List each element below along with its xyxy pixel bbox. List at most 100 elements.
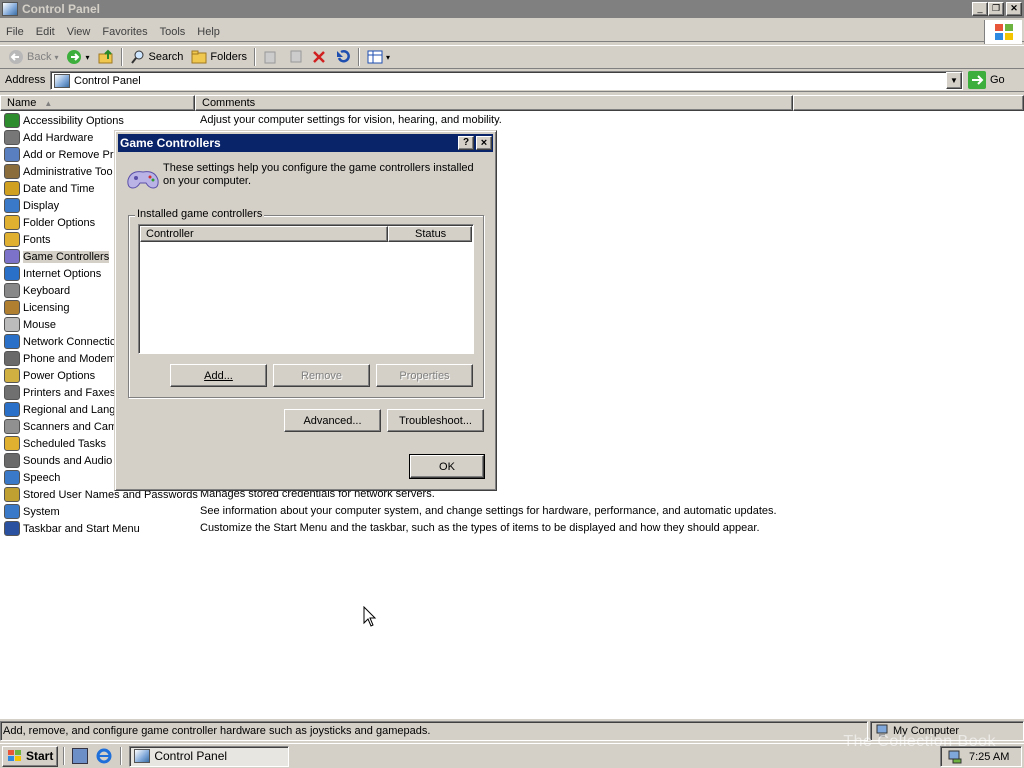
list-item[interactable]: Licensing [4,299,69,316]
address-dropdown-button[interactable]: ▼ [946,72,962,89]
globe-icon [4,266,20,281]
start-button[interactable]: Start [2,745,59,767]
delete-button[interactable] [307,47,331,67]
restore-button[interactable]: ❐ [988,2,1004,16]
standard-toolbar: Back ▾ ▾ Search Folders ▾ [0,45,1024,69]
list-item[interactable]: Power Options [4,367,95,384]
menu-tools[interactable]: Tools [154,26,192,38]
menu-help[interactable]: Help [191,26,226,38]
remove-controller-button[interactable]: Remove [273,364,370,387]
list-item[interactable]: System [4,503,60,520]
gamepad-icon [4,249,20,264]
dialog-close-button[interactable]: × [476,136,492,150]
column-header-controller[interactable]: Controller [140,226,388,242]
list-item[interactable]: Game Controllers [4,248,110,265]
list-item[interactable]: Phone and Modem [4,350,116,367]
copy-to-button[interactable] [283,47,307,67]
list-item-label: Printers and Faxes [23,386,116,399]
list-item-label: Keyboard [23,284,71,297]
menu-favorites[interactable]: Favorites [96,26,153,38]
speaker-icon [4,453,20,468]
column-header-name[interactable]: Name ▲ [0,95,195,111]
list-item[interactable]: Accessibility Options [4,112,124,129]
help-button[interactable]: ? [458,136,474,150]
accessibility-icon [4,113,20,128]
list-item[interactable]: Add or Remove Pro [4,146,120,163]
go-button[interactable]: Go [968,71,1005,89]
folders-button[interactable]: Folders [187,47,251,67]
taskbar-icon [4,521,20,536]
up-folder-button[interactable] [94,47,118,67]
list-item[interactable]: Internet Options [4,265,101,282]
list-item[interactable]: Network Connectic [4,333,115,350]
search-button[interactable]: Search [126,47,188,67]
mouse-cursor-icon [363,606,377,627]
column-header-comments[interactable]: Comments [195,95,793,111]
list-item[interactable]: Speech [4,469,60,486]
controllers-listview[interactable]: Controller Status [138,224,474,354]
phone-icon [4,351,20,366]
address-input[interactable]: Control Panel ▼ [50,71,963,90]
admin-tools-icon [4,164,20,179]
list-item[interactable]: Add Hardware [4,129,93,146]
back-button[interactable]: Back ▾ [4,47,62,67]
address-label: Address [5,74,46,86]
close-window-button[interactable]: ✕ [1006,2,1022,16]
undo-button[interactable] [331,47,355,67]
list-item[interactable]: Administrative Too [4,163,113,180]
list-item[interactable]: Folder Options [4,214,95,231]
toolbar-separator [120,48,123,66]
add-controller-button[interactable]: Add... [170,364,267,387]
undo-icon [337,50,350,63]
up-folder-icon [98,49,112,64]
computer-icon [4,504,20,519]
taskbar-item-control-panel[interactable]: Control Panel [129,745,290,767]
menu-bar: File Edit View Favorites Tools Help [0,22,1024,42]
list-item[interactable]: Regional and Langu [4,401,121,418]
list-item-label: Accessibility Options [23,114,124,127]
list-item-label: Date and Time [23,182,95,195]
licensing-icon [4,300,20,315]
ok-button[interactable]: OK [410,455,484,478]
list-item[interactable]: Mouse [4,316,56,333]
minimize-button[interactable]: _ [972,2,988,16]
column-header-status[interactable]: Status [388,226,472,242]
window-titlebar[interactable]: Control Panel [0,0,1024,18]
back-arrow-icon [9,50,23,64]
list-item[interactable]: Taskbar and Start Menu [4,520,140,537]
list-item[interactable]: Date and Time [4,180,95,197]
list-item[interactable]: Keyboard [4,282,70,299]
speech-icon [4,470,20,485]
control-panel-icon [134,749,151,763]
properties-button[interactable]: Properties [376,364,473,387]
advanced-button[interactable]: Advanced... [284,409,381,432]
move-to-button[interactable] [259,47,283,67]
search-icon [130,50,143,64]
dialog-titlebar[interactable]: Game Controllers [118,134,493,152]
views-button[interactable]: ▾ [363,47,394,67]
toolbar-separator [254,48,257,66]
forward-arrow-icon [67,50,82,64]
troubleshoot-button[interactable]: Troubleshoot... [387,409,484,432]
list-item-comment: Customize the Start Menu and the taskbar… [200,522,760,534]
show-desktop-icon[interactable] [72,748,89,764]
forward-button[interactable]: ▾ [62,47,93,67]
menu-file[interactable]: File [0,26,30,38]
list-item-label: Fonts [23,233,51,246]
column-header-blank[interactable] [793,95,1024,111]
list-item[interactable]: Fonts [4,231,51,248]
go-arrow-icon [968,71,986,89]
watermark: The Collection Book [843,733,996,750]
list-item[interactable]: Scheduled Tasks [4,435,106,452]
menu-edit[interactable]: Edit [30,26,61,38]
clock[interactable]: 7:25 AM [969,751,1009,763]
game-controllers-dialog: Game Controllers ? × These settings help… [114,130,497,491]
windows-flag-icon [8,750,21,761]
list-item-label: Add Hardware [23,131,94,144]
internet-explorer-icon[interactable] [96,748,112,764]
list-item[interactable]: Display [4,197,59,214]
list-item[interactable]: Scanners and Cam [4,418,117,435]
list-item[interactable]: Sounds and Audio [4,452,112,469]
list-item[interactable]: Printers and Faxes [4,384,115,401]
menu-view[interactable]: View [61,26,97,38]
